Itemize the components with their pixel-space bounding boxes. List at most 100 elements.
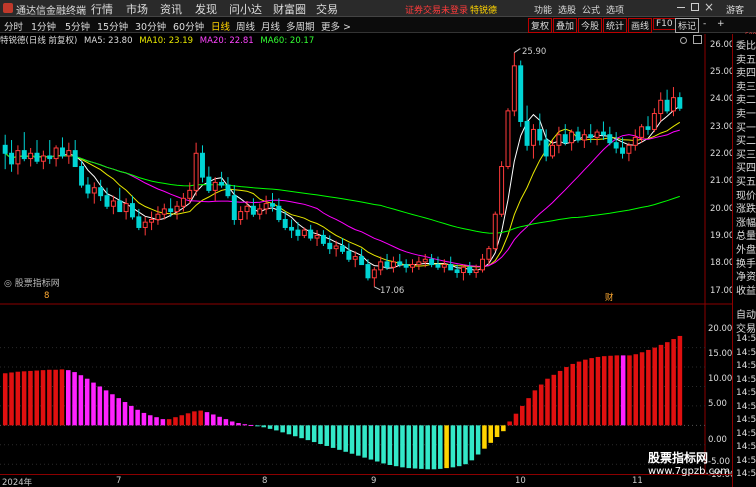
candle[interactable] [416,256,422,270]
menu-wenxiaoda[interactable]: 问小达 [229,1,262,17]
tool-f10[interactable]: F10 [653,18,676,30]
menu-hangqing[interactable]: 行情 [91,1,113,17]
candle[interactable] [499,161,505,217]
candle[interactable] [403,259,409,273]
candle[interactable] [174,200,180,220]
candle[interactable] [15,145,21,175]
candle[interactable] [53,145,59,167]
menu-faxian[interactable]: 发现 [195,1,217,17]
candle[interactable] [346,243,352,262]
menu-xuanxiang[interactable]: 选项 [606,3,624,16]
candle[interactable] [104,187,110,209]
candle[interactable] [518,60,524,127]
candle[interactable] [91,182,97,204]
candle[interactable] [340,238,345,254]
candle[interactable] [620,137,626,159]
candle[interactable] [537,113,543,146]
indicator-settings-icon[interactable]: ◎ [4,279,15,289]
candle[interactable] [250,198,256,217]
candle[interactable] [161,203,167,220]
candle[interactable] [289,219,295,239]
candle[interactable] [238,206,244,225]
candle[interactable] [276,198,282,223]
candle[interactable] [658,92,664,122]
tool-zoom-in[interactable]: + [717,19,725,29]
period-5min[interactable]: 5分钟 [65,19,90,33]
candle[interactable] [40,150,46,170]
candle[interactable] [410,259,415,273]
candle[interactable] [34,140,40,164]
candle[interactable] [467,261,473,276]
candle[interactable] [524,105,530,151]
candle[interactable] [200,145,205,183]
candle[interactable] [212,177,218,201]
candle[interactable] [263,195,269,215]
kline-chart[interactable] [0,34,732,474]
candle[interactable] [257,203,263,220]
candle[interactable] [562,124,568,146]
tool-fuquan[interactable]: 复权 [528,18,553,33]
candle[interactable] [85,177,91,199]
candle[interactable] [110,195,116,215]
close-icon[interactable]: × [704,0,714,14]
period-more[interactable]: 更多 > [321,19,351,33]
candle[interactable] [59,137,65,159]
tool-zoom-out[interactable]: - [703,19,706,29]
guest-label[interactable]: 游客 [726,3,744,16]
menu-xuangu[interactable]: 选股 [558,3,576,16]
candle[interactable] [155,206,161,225]
candle[interactable] [511,52,517,117]
candle[interactable] [193,142,199,196]
candle[interactable] [600,121,606,141]
candle[interactable] [129,195,135,220]
candle[interactable] [225,177,231,199]
candle[interactable] [72,140,78,168]
event-marker-cai[interactable]: 财 [605,291,614,303]
tool-biaoji[interactable]: 标记 [675,18,700,33]
candle[interactable] [480,253,485,273]
tool-tongji[interactable]: 统计 [603,18,628,33]
candle[interactable] [677,92,683,111]
candle[interactable] [244,200,250,220]
login-notice[interactable]: 证券交易未登录 [405,3,468,16]
candle[interactable] [136,208,142,231]
candle[interactable] [530,124,536,159]
candle[interactable] [569,129,575,151]
menu-caifuquan[interactable]: 财富圈 [273,1,306,17]
candle[interactable] [448,256,454,271]
sidebar-lower-1[interactable]: 交易 [736,320,756,335]
period-30min[interactable]: 30分钟 [135,19,166,33]
candle[interactable] [66,142,72,164]
tool-diejia[interactable]: 叠加 [553,18,578,33]
period-week[interactable]: 周线 [236,19,255,33]
period-multi[interactable]: 多周期 [286,19,315,33]
candle[interactable] [594,129,600,146]
candle[interactable] [79,161,85,188]
candle[interactable] [320,230,326,247]
candle[interactable] [371,267,377,287]
menu-gongshi[interactable]: 公式 [582,3,600,16]
candle[interactable] [352,251,358,268]
candle[interactable] [390,256,396,273]
candle[interactable] [607,126,613,146]
candle[interactable] [142,216,148,236]
menu-zixun[interactable]: 资讯 [160,1,182,17]
tool-huaxian[interactable]: 画线 [628,18,653,33]
menu-shichang[interactable]: 市场 [126,1,148,17]
tool-jingu[interactable]: 今股 [578,18,603,33]
candle[interactable] [9,140,15,172]
candle[interactable] [626,142,632,162]
candle[interactable] [460,264,466,281]
period-1min[interactable]: 1分钟 [31,19,56,33]
sidebar-lower-0[interactable]: 自动 [736,306,756,321]
period-month[interactable]: 月线 [261,19,280,33]
candle[interactable] [632,129,638,151]
candle[interactable] [651,108,657,133]
candle[interactable] [123,198,129,220]
period-day[interactable]: 日线 [211,19,230,33]
candle[interactable] [505,108,511,170]
candle[interactable] [384,253,390,270]
candle[interactable] [492,211,498,252]
candle[interactable] [429,253,435,268]
period-fenshi[interactable]: 分时 [4,19,23,33]
